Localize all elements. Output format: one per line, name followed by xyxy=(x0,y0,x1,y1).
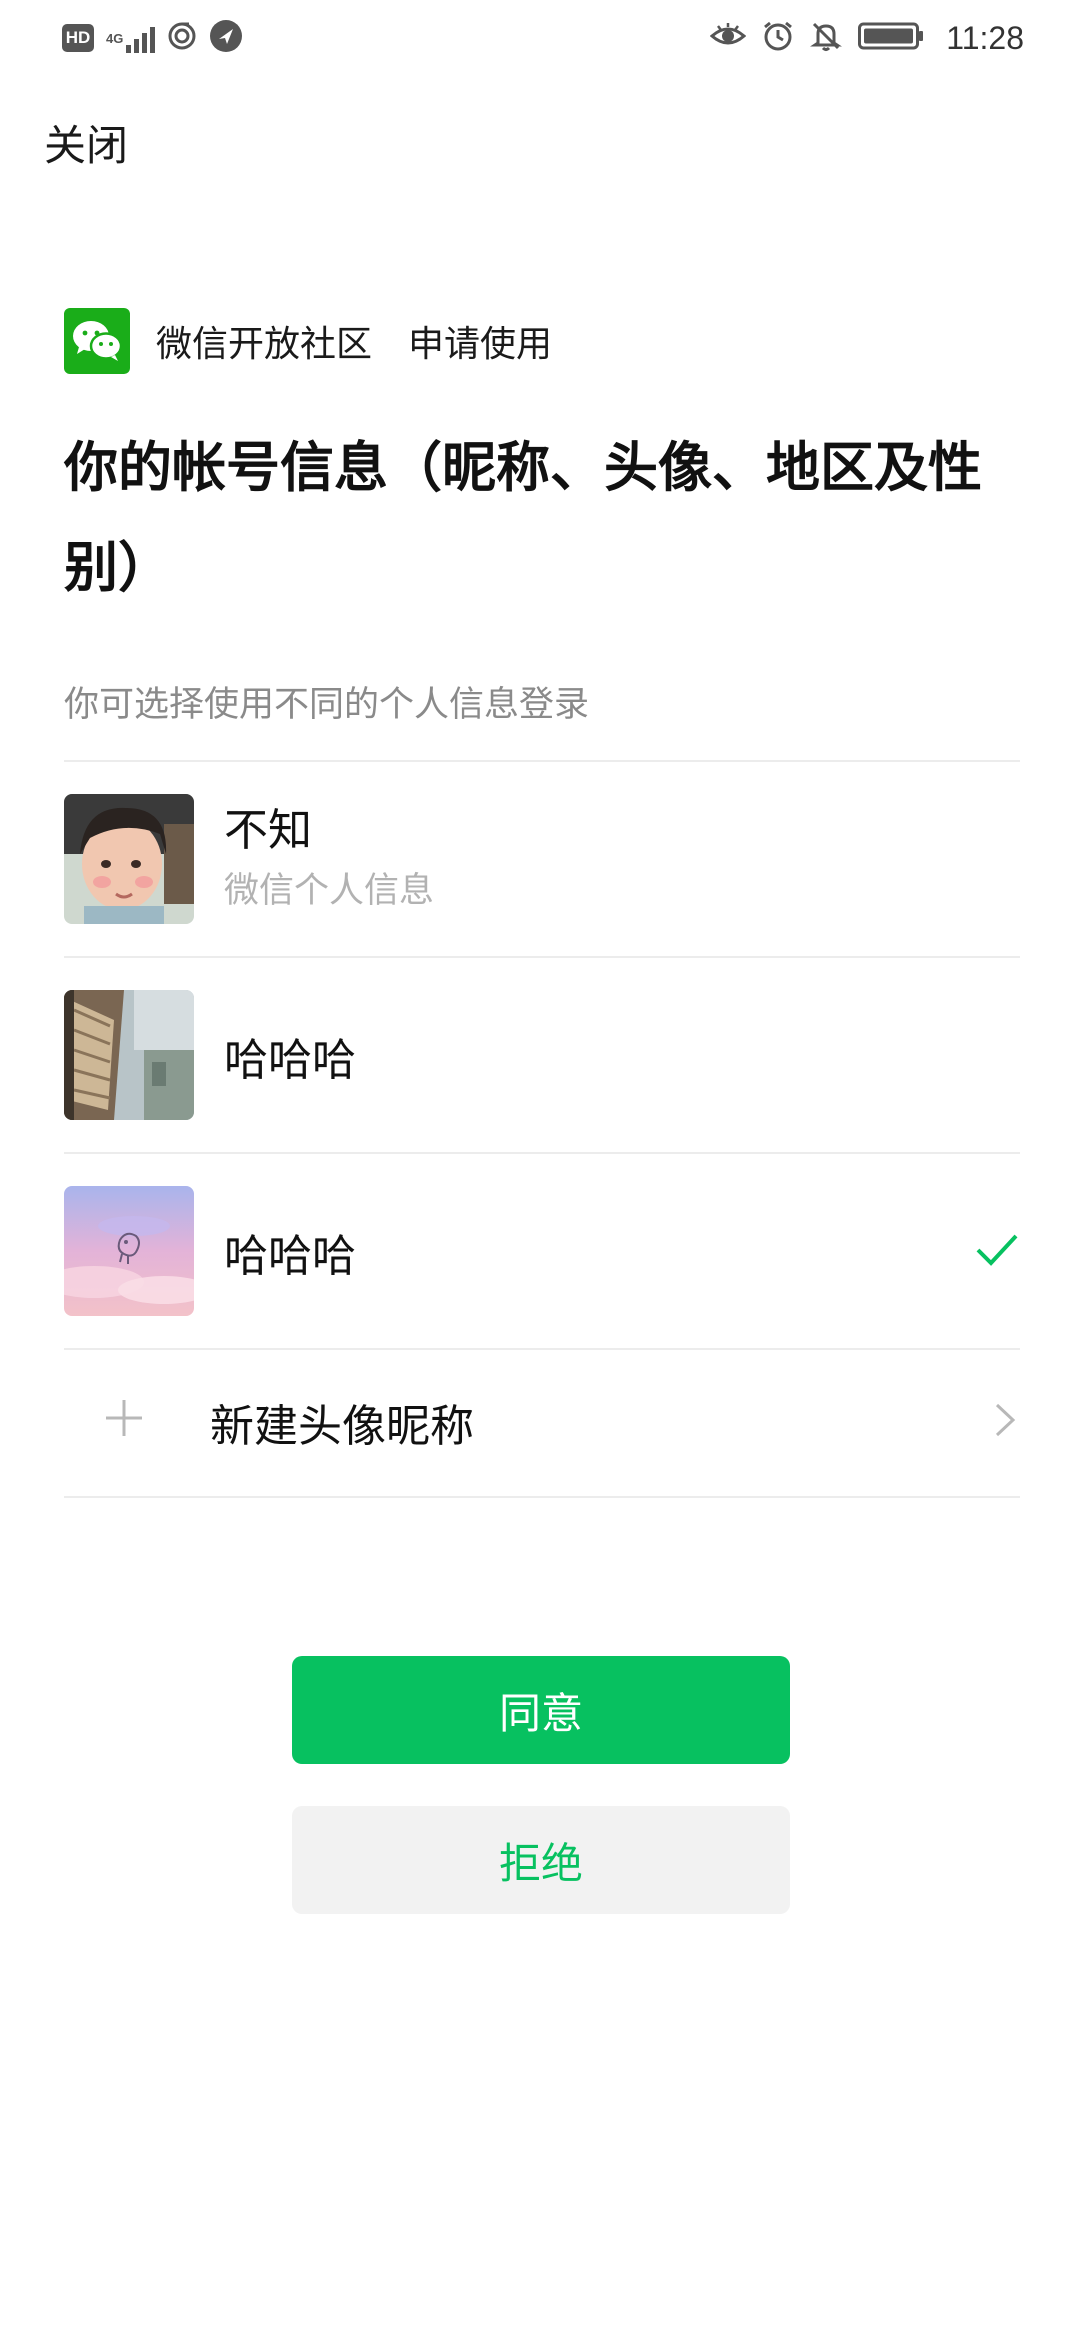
profile-name: 不知 xyxy=(224,805,312,856)
reject-button[interactable]: 拒绝 xyxy=(292,1806,790,1914)
divider xyxy=(64,1496,1020,1498)
avatar xyxy=(64,1186,194,1316)
signal-icon: 4G xyxy=(106,23,156,53)
status-right: 11:28 xyxy=(710,18,1024,58)
profile-name: 哈哈哈 xyxy=(224,1035,356,1086)
check-icon xyxy=(976,1234,1018,1266)
eye-icon xyxy=(710,22,747,54)
status-time: 11:28 xyxy=(946,19,1024,56)
profile-option-selected[interactable]: 哈哈哈 xyxy=(64,1154,1020,1348)
page-title: 你的帐号信息（昵称、头像、地区及性别） xyxy=(64,436,982,599)
app-header: 微信开放社区 申请使用 xyxy=(64,308,552,374)
chevron-right-icon xyxy=(995,1403,1016,1437)
hint-text: 你可选择使用不同的个人信息登录 xyxy=(64,685,590,725)
close-button[interactable]: 关闭 xyxy=(44,112,128,173)
bell-off-icon xyxy=(810,20,843,56)
agree-button[interactable]: 同意 xyxy=(292,1656,790,1764)
navigation-icon xyxy=(209,19,243,57)
status-bar: HD 4G 11:28 xyxy=(0,0,1080,76)
avatar xyxy=(64,990,194,1120)
hd-icon: HD xyxy=(62,24,94,52)
app-action: 申请使用 xyxy=(408,324,553,365)
avatar xyxy=(64,794,194,924)
profile-option[interactable]: 不知 微信个人信息 xyxy=(64,762,1020,956)
network-label: 4G xyxy=(106,31,124,46)
profile-subtitle: 微信个人信息 xyxy=(224,871,435,911)
new-profile-label: 新建头像昵称 xyxy=(210,1401,474,1452)
profile-name: 哈哈哈 xyxy=(224,1231,356,1282)
wechat-logo-icon xyxy=(64,308,130,374)
battery-icon xyxy=(858,21,924,55)
app-name: 微信开放社区 xyxy=(156,324,373,365)
hotspot-icon xyxy=(167,21,197,55)
new-profile-row[interactable]: 新建头像昵称 xyxy=(64,1346,1020,1494)
alarm-icon xyxy=(762,20,794,56)
status-left: HD 4G xyxy=(62,20,243,56)
plus-icon xyxy=(106,1400,142,1436)
profile-option[interactable]: 哈哈哈 xyxy=(64,958,1020,1152)
